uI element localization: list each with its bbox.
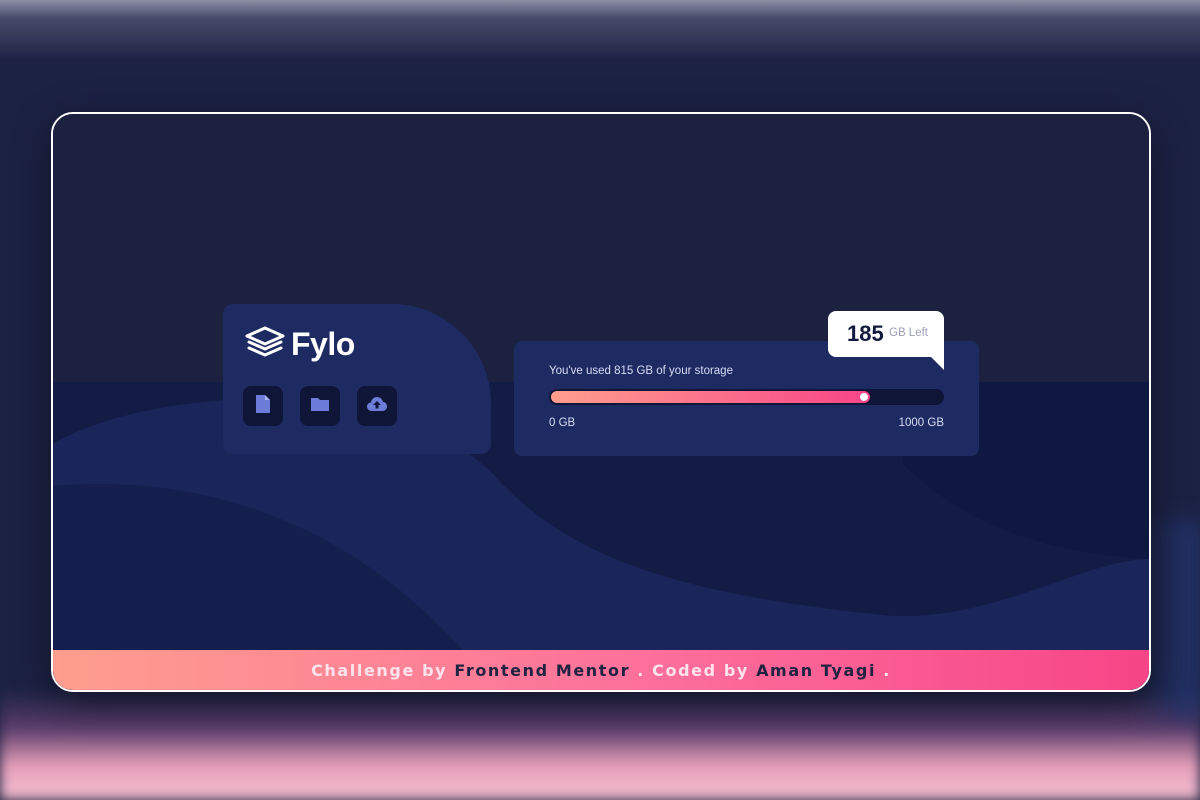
storage-progress-track [549,389,944,405]
backdrop-top-shade [0,0,1200,60]
folder-button[interactable] [300,386,340,426]
remaining-unit: GB Left [889,327,928,339]
attribution-suffix: . [876,660,891,680]
backdrop-bottom-glow [0,690,1200,800]
document-icon [255,394,271,418]
remaining-value: 185 [847,321,884,346]
upload-button[interactable] [357,386,397,426]
usage-text: You've used 815 GB of your storage [549,365,733,377]
stacked-layers-icon [245,326,285,362]
attribution-middle: . Coded by [630,660,757,680]
callout-tail [931,357,944,370]
file-actions [243,386,397,426]
brand-name: Fylo [291,325,355,362]
author-link[interactable]: Aman Tyagi [756,661,876,680]
scale-max-label: 1000 GB [898,417,944,429]
document-button[interactable] [243,386,283,426]
cloud-upload-icon [366,396,388,416]
browser-viewport-frame: Fylo You've used 815 GB of your storage … [51,112,1151,692]
progress-knob [860,393,868,401]
fylo-logo: Fylo [245,326,355,362]
remaining-storage-callout: 185 GB Left [828,311,944,370]
attribution-prefix: Challenge by [311,660,455,680]
attribution-footer: Challenge by Frontend Mentor . Coded by … [53,650,1149,690]
folder-icon [310,396,330,416]
logo-card: Fylo [223,304,491,454]
storage-progress-fill [551,391,870,403]
scale-min-label: 0 GB [549,417,576,429]
frontend-mentor-link[interactable]: Frontend Mentor [454,661,630,680]
storage-card: You've used 815 GB of your storage 0 GB … [514,341,979,456]
